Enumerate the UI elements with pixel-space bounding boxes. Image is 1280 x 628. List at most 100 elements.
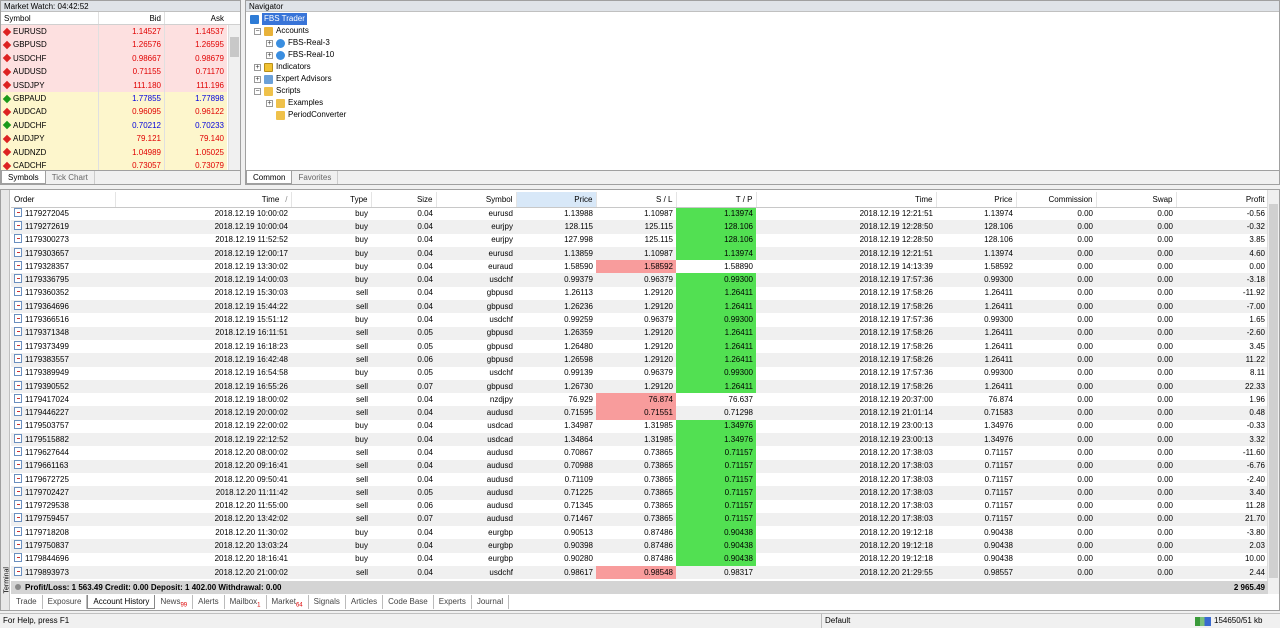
tree-experts[interactable]: + Expert Advisors [250, 73, 346, 85]
tree-scripts-label[interactable]: Scripts [276, 85, 300, 97]
tree-root[interactable]: FBS Trader [250, 13, 346, 25]
history-row[interactable]: 1179446227 2018.12.19 20:00:02 sell 0.04 aud… [11, 406, 1268, 420]
market-watch-scrollbar[interactable] [228, 25, 240, 171]
history-row[interactable]: 1179893973 2018.12.20 21:00:02 sell 0.04 usd… [11, 566, 1268, 580]
column-header[interactable]: Size [371, 192, 437, 208]
tab-trade[interactable]: Trade [11, 595, 43, 609]
tab-tick-chart[interactable]: Tick Chart [46, 171, 95, 184]
tab-market[interactable]: Market64 [267, 595, 309, 609]
history-row[interactable]: 1179272619 2018.12.19 10:00:04 buy 0.04 eurj… [11, 220, 1268, 234]
col-symbol-header[interactable]: Symbol [1, 12, 98, 24]
market-watch-row[interactable]: GBPUSD 1.26576 1.26595 [1, 38, 229, 52]
history-row[interactable]: 1179360352 2018.12.19 15:30:03 sell 0.04 gbp… [11, 286, 1268, 301]
history-row[interactable]: 1179336795 2018.12.19 14:00:03 buy 0.04 usdc… [11, 273, 1268, 287]
symbol-cell[interactable]: USDCHF [1, 51, 98, 66]
status-connection[interactable]: 154650/51 kb [1195, 614, 1263, 628]
col-bid-header[interactable]: Bid [98, 12, 164, 24]
history-row[interactable]: 1179750837 2018.12.20 13:03:24 buy 0.04 eurg… [11, 539, 1268, 553]
market-watch-row[interactable]: USDJPY 111.180 111.196 [1, 78, 229, 92]
history-row[interactable]: 1179366516 2018.12.19 15:51:12 buy 0.04 usdc… [11, 313, 1268, 327]
symbol-cell[interactable]: GBPAUD [1, 91, 98, 106]
status-profile[interactable]: Default [821, 614, 850, 628]
history-row[interactable]: 1179328357 2018.12.19 13:30:02 buy 0.04 eura… [11, 260, 1268, 274]
history-row[interactable]: 1179373499 2018.12.19 16:18:23 sell 0.05 gbp… [11, 339, 1268, 354]
tree-root-label[interactable]: FBS Trader [262, 13, 307, 25]
history-row[interactable]: 1179759457 2018.12.20 13:42:02 sell 0.07 aud… [11, 512, 1268, 527]
history-row[interactable]: 1179702427 2018.12.20 11:11:42 sell 0.05 aud… [11, 486, 1268, 500]
account-label[interactable]: FBS-Real-10 [288, 49, 334, 61]
history-row[interactable]: 1179661163 2018.12.20 09:16:41 sell 0.04 aud… [11, 459, 1268, 473]
column-header[interactable]: Type [291, 192, 372, 208]
market-watch-row[interactable]: AUDUSD 0.71155 0.71170 [1, 65, 229, 79]
symbol-cell[interactable]: AUDJPY [1, 132, 98, 146]
symbol-cell[interactable]: AUDCHF [1, 118, 98, 133]
expand-icon[interactable]: + [266, 51, 273, 59]
history-row[interactable]: 1179383557 2018.12.19 16:42:48 sell 0.06 gbp… [11, 353, 1268, 367]
expand-icon[interactable]: + [266, 99, 273, 107]
tab-code-base[interactable]: Code Base [383, 595, 434, 609]
scroll-thumb[interactable] [230, 37, 239, 57]
column-header[interactable]: Order [11, 192, 116, 208]
column-header[interactable]: Time [756, 192, 937, 208]
tree-accounts-label[interactable]: Accounts [276, 25, 309, 37]
history-row[interactable]: 1179303657 2018.12.19 12:00:17 buy 0.04 euru… [11, 246, 1268, 261]
tree-script-item[interactable]: + Examples [250, 97, 346, 109]
market-watch-row[interactable]: USDCHF 0.98667 0.98679 [1, 51, 229, 66]
script-label[interactable]: Examples [288, 97, 323, 109]
tab-exposure[interactable]: Exposure [43, 595, 88, 609]
tab-account-history[interactable]: Account History [87, 595, 156, 609]
tree-account-item[interactable]: + FBS-Real-3 [250, 37, 346, 49]
tree-indicators-label[interactable]: Indicators [276, 61, 311, 73]
col-ask-header[interactable]: Ask [164, 12, 227, 24]
market-watch-row[interactable]: GBPAUD 1.77855 1.77898 [1, 91, 229, 106]
history-row[interactable]: 1179844696 2018.12.20 18:16:41 buy 0.04 eurg… [11, 552, 1268, 567]
scroll-thumb[interactable] [1269, 204, 1278, 578]
tab-symbols[interactable]: Symbols [1, 171, 46, 184]
column-header[interactable]: Price [516, 192, 597, 208]
history-row[interactable]: 1179390552 2018.12.19 16:55:26 sell 0.07 gbp… [11, 379, 1268, 394]
tab-journal[interactable]: Journal [472, 595, 510, 609]
history-row[interactable]: 1179389949 2018.12.19 16:54:58 buy 0.05 usdc… [11, 366, 1268, 380]
tab-alerts[interactable]: Alerts [193, 595, 225, 609]
column-header[interactable]: Profit [1176, 192, 1269, 208]
tab-news[interactable]: News99 [155, 595, 194, 609]
tab-common[interactable]: Common [246, 171, 293, 184]
symbol-cell[interactable]: GBPUSD [1, 38, 98, 52]
history-row[interactable]: 1179364696 2018.12.19 15:44:22 sell 0.04 gbp… [11, 300, 1268, 314]
script-label[interactable]: PeriodConverter [288, 109, 346, 121]
tree-account-item[interactable]: + FBS-Real-10 [250, 49, 346, 61]
market-watch-row[interactable]: AUDCHF 0.70212 0.70233 [1, 118, 229, 133]
history-row[interactable]: 1179718208 2018.12.20 11:30:02 buy 0.04 eurg… [11, 526, 1268, 540]
tab-experts[interactable]: Experts [434, 595, 472, 609]
tab-articles[interactable]: Articles [346, 595, 384, 609]
market-watch-row[interactable]: EURUSD 1.14527 1.14537 [1, 25, 229, 39]
history-row[interactable]: 1179417024 2018.12.19 18:00:02 sell 0.04 nzd… [11, 393, 1268, 407]
tab-signals[interactable]: Signals [309, 595, 346, 609]
history-row[interactable]: 1179515882 2018.12.19 22:12:52 buy 0.04 usdc… [11, 433, 1268, 447]
history-row[interactable]: 1179272045 2018.12.19 10:00:02 buy 0.04 euru… [11, 207, 1268, 221]
history-row[interactable]: 1179627644 2018.12.20 08:00:02 sell 0.04 aud… [11, 446, 1268, 460]
collapse-icon[interactable]: − [254, 27, 261, 35]
symbol-cell[interactable]: EURUSD [1, 25, 98, 39]
symbol-cell[interactable]: USDJPY [1, 78, 98, 92]
column-header[interactable]: Time / [115, 192, 292, 208]
column-header[interactable]: Price [936, 192, 1017, 208]
symbol-cell[interactable]: AUDNZD [1, 145, 98, 159]
expand-icon[interactable]: + [254, 75, 261, 83]
account-label[interactable]: FBS-Real-3 [288, 37, 330, 49]
tab-mailbox[interactable]: Mailbox1 [225, 595, 267, 609]
column-header[interactable]: Commission [1016, 192, 1097, 208]
tree-indicators[interactable]: + Indicators [250, 61, 346, 73]
history-row[interactable]: 1179729538 2018.12.20 11:55:00 sell 0.06 aud… [11, 499, 1268, 513]
column-header[interactable]: S / L [596, 192, 677, 208]
collapse-icon[interactable]: − [254, 87, 261, 95]
expand-icon[interactable]: + [254, 63, 261, 71]
column-header[interactable]: Symbol [436, 192, 517, 208]
symbol-cell[interactable]: AUDCAD [1, 105, 98, 119]
tree-script-item[interactable]: PeriodConverter [250, 109, 346, 121]
history-row[interactable]: 1179503757 2018.12.19 22:00:02 buy 0.04 usdc… [11, 419, 1268, 434]
column-header[interactable]: Swap [1096, 192, 1177, 208]
market-watch-row[interactable]: AUDJPY 79.121 79.140 [1, 132, 229, 146]
expand-icon[interactable]: + [266, 39, 273, 47]
history-row[interactable]: 1179371348 2018.12.19 16:11:51 sell 0.05 gbp… [11, 326, 1268, 340]
